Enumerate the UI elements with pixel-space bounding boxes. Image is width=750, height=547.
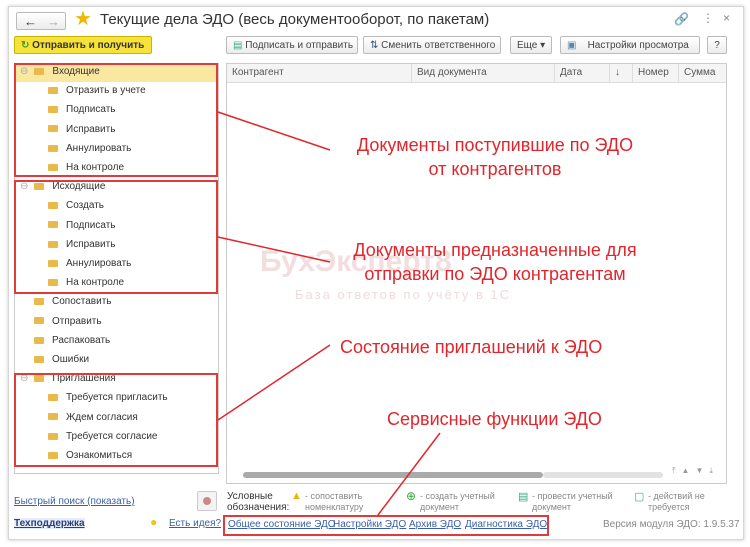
annotation-service: Сервисные функции ЭДО [387,409,602,429]
annotation-outgoing: Документы предназначенные для отправки по… [353,240,637,284]
annotation-invites: Состояние приглашений к ЭДО [340,337,603,357]
annotation-incoming: Документы поступившие по ЭДО от контраген… [356,135,634,179]
